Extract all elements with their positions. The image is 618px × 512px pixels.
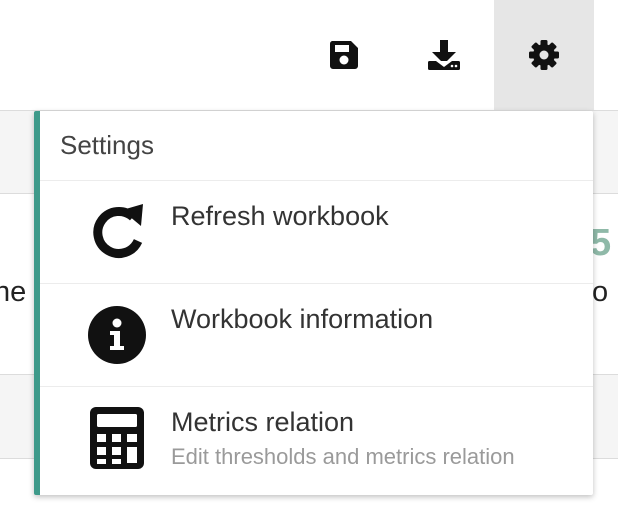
download-button[interactable] [394, 0, 494, 110]
calculator-icon [82, 403, 152, 473]
page-number-fragment: 5 [590, 222, 612, 264]
menu-header: Settings [40, 111, 593, 181]
menu-item-workbook-information[interactable]: Workbook information [40, 284, 593, 387]
refresh-icon [82, 197, 152, 267]
toolbar [0, 0, 618, 110]
page-text-fragment: the [0, 276, 27, 308]
settings-menu: Settings Refresh workbook Workbook infor… [34, 111, 593, 495]
menu-item-label: Metrics relation [171, 407, 355, 437]
settings-button[interactable] [494, 0, 594, 110]
menu-item-description: Edit thresholds and metrics relation [171, 444, 515, 469]
menu-item-refresh-workbook[interactable]: Refresh workbook [40, 181, 593, 284]
save-icon [329, 41, 358, 69]
info-icon [82, 300, 152, 370]
save-button[interactable] [294, 0, 394, 110]
menu-item-label: Workbook information [171, 304, 434, 334]
download-icon [428, 40, 460, 70]
gear-icon [529, 40, 559, 70]
menu-item-metrics-relation[interactable]: Metrics relation Edit thresholds and met… [40, 387, 593, 490]
menu-item-label: Refresh workbook [171, 201, 389, 231]
